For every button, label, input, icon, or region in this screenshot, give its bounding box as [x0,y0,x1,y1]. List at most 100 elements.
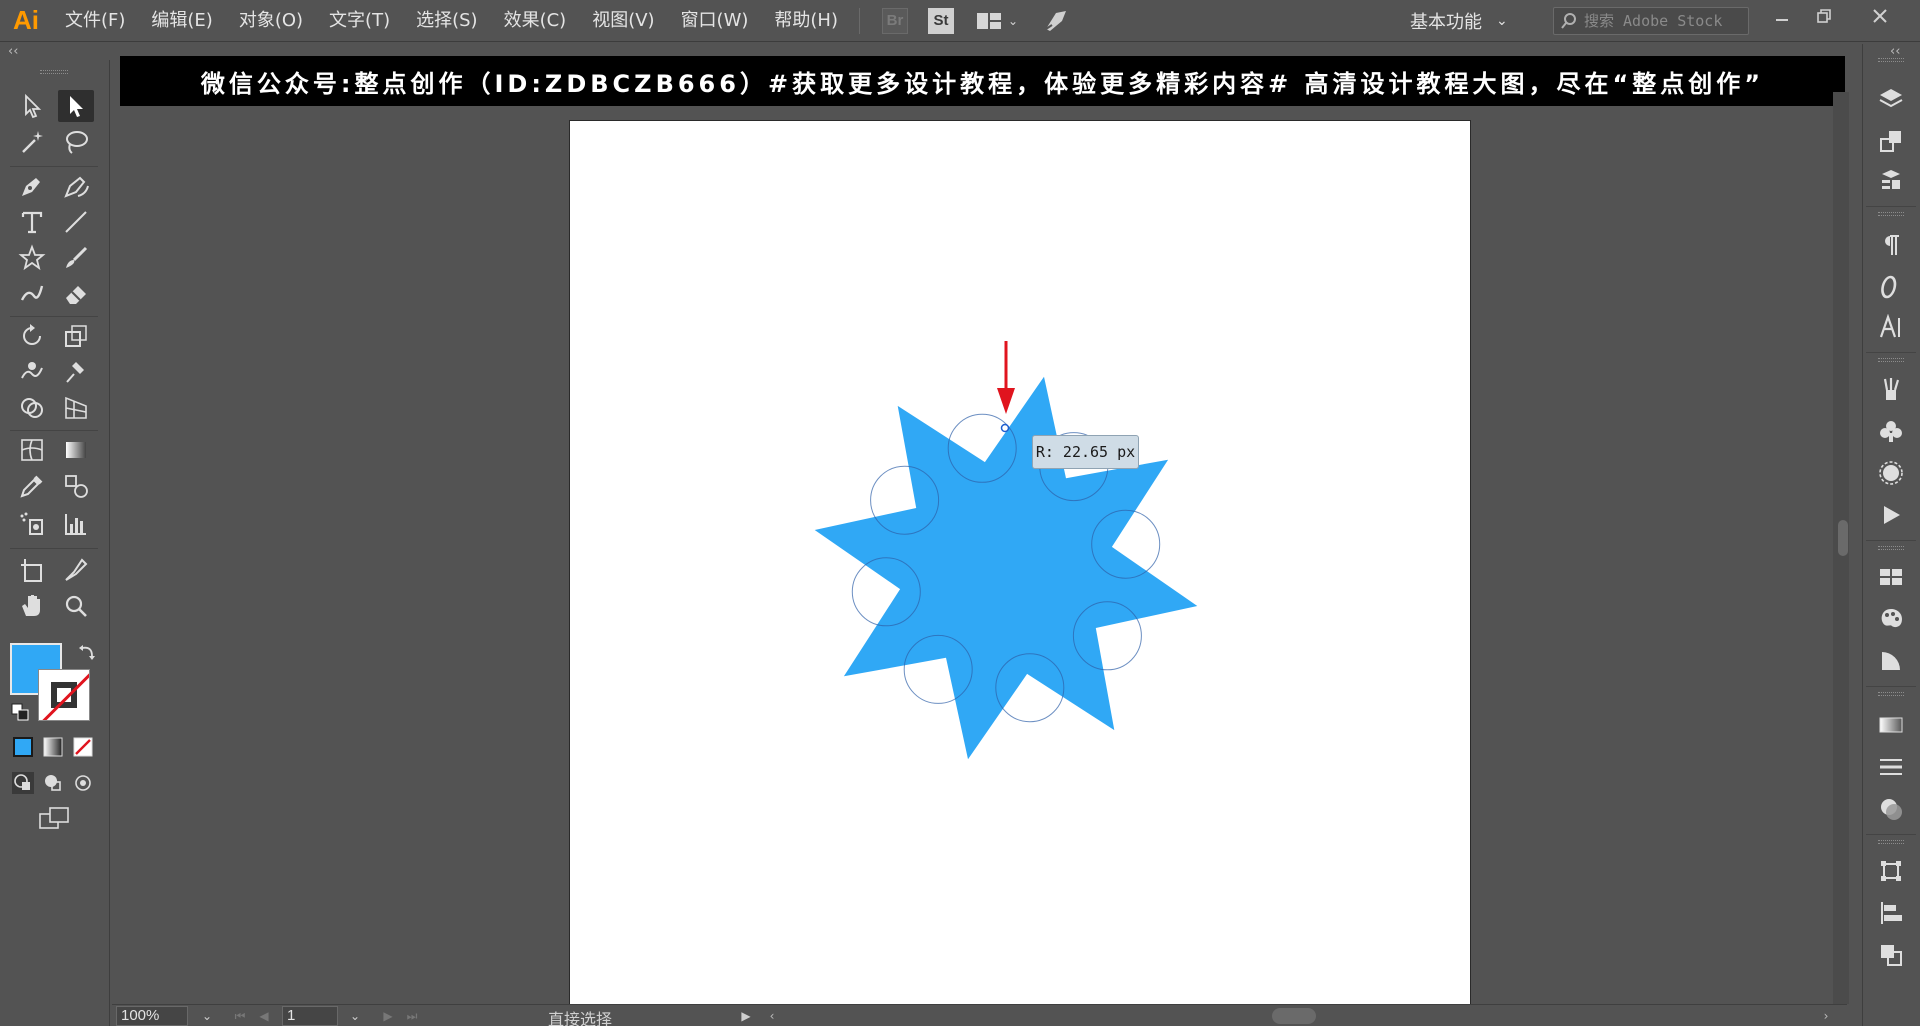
panel-grip[interactable] [1878,840,1904,844]
draw-behind-icon[interactable] [42,772,64,794]
horizontal-scroll-thumb[interactable] [1272,1008,1316,1024]
none-mode-icon[interactable] [72,736,94,758]
menu-help[interactable]: 帮助(H) [761,0,851,42]
color-guide-icon[interactable] [1876,646,1906,676]
bridge-button[interactable]: Br [882,7,908,34]
artboard-tool-icon[interactable] [14,554,50,586]
color-icon[interactable] [1876,604,1906,634]
stroke-icon[interactable] [1876,752,1906,782]
next-artboard-icon[interactable]: ▶ [380,1006,396,1026]
curvature-tool-icon[interactable] [58,170,94,202]
panel-grip[interactable] [1878,692,1904,696]
slice-tool-icon[interactable] [58,554,94,586]
mesh-tool-icon[interactable] [14,434,50,466]
menu-window[interactable]: 窗口(W) [668,0,762,42]
menu-select[interactable]: 选择(S) [403,0,490,42]
screen-mode-icon[interactable] [38,806,72,829]
menu-effect[interactable]: 效果(C) [491,0,580,42]
toolbar-collapse-button[interactable]: ‹‹ [0,44,110,60]
character-icon[interactable] [1876,312,1906,342]
lasso-icon[interactable] [58,126,94,158]
eyedropper-icon[interactable] [14,470,50,502]
last-artboard-icon[interactable]: ⏭ [404,1006,420,1026]
stroke-color-swatch[interactable] [38,669,90,721]
artboards-icon[interactable] [1876,126,1906,156]
zoom-tool-icon[interactable] [58,590,94,622]
scroll-right-icon[interactable]: › [1818,1006,1834,1026]
menu-type[interactable]: 文字(T) [316,0,403,42]
libraries-icon[interactable] [1876,166,1906,196]
toolbar-grip[interactable] [40,70,68,74]
direct-selection-tool-icon[interactable] [58,90,94,122]
star-tool-icon[interactable] [14,242,50,274]
menu-file[interactable]: 文件(F) [52,0,138,42]
warp-tool-icon[interactable] [14,356,50,388]
stock-button[interactable]: St [928,7,954,34]
vertical-scroll-thumb[interactable] [1838,520,1848,556]
blend-tool-icon[interactable] [58,470,94,502]
hand-tool-icon[interactable] [14,590,50,622]
gradient-tool-icon[interactable] [58,434,94,466]
swap-fill-stroke-icon[interactable] [76,642,98,664]
draw-normal-icon[interactable] [12,772,34,794]
gradient-mode-icon[interactable] [42,736,64,758]
restore-button[interactable] [1802,0,1846,32]
gpu-performance-icon[interactable] [1042,7,1070,35]
glyphs-icon[interactable] [1876,272,1906,302]
line-tool-icon[interactable] [58,206,94,238]
zoom-dropdown-icon[interactable]: ⌄ [196,1006,218,1026]
color-mode-icon[interactable] [12,736,34,758]
panel-divider [1866,206,1916,207]
search-input[interactable] [1584,12,1734,30]
selection-tool-icon[interactable] [14,90,50,122]
symbol-sprayer-icon[interactable] [14,508,50,540]
draw-inside-icon[interactable] [72,772,94,794]
panel-grip[interactable] [1878,212,1904,216]
artboard-number-field[interactable]: 1 [282,1006,338,1026]
menu-view[interactable]: 视图(V) [579,0,667,42]
panel-grip[interactable] [1878,58,1904,62]
magic-wand-icon[interactable] [14,126,50,158]
paragraph-icon[interactable] [1876,230,1906,260]
artboard-dropdown-icon[interactable]: ⌄ [344,1006,366,1026]
actions-icon[interactable] [1876,500,1906,530]
transform-icon[interactable] [1876,856,1906,886]
layers-icon[interactable] [1876,84,1906,114]
type-tool-icon[interactable] [14,206,50,238]
rotate-tool-icon[interactable] [14,320,50,352]
minimize-button[interactable] [1760,0,1804,32]
eraser-icon[interactable] [58,278,94,310]
shape-builder-icon[interactable] [14,392,50,424]
status-menu-icon[interactable]: ▶ [738,1006,754,1026]
puppet-warp-icon[interactable] [58,356,94,388]
transparency-icon[interactable] [1876,794,1906,824]
scale-tool-icon[interactable] [58,320,94,352]
menu-edit[interactable]: 编辑(E) [138,0,225,42]
first-artboard-icon[interactable]: ⏮ [232,1006,248,1026]
pathfinder-icon[interactable] [1876,940,1906,970]
pen-tool-icon[interactable] [14,170,50,202]
close-button[interactable] [1858,0,1902,32]
symbols-icon[interactable] [1876,416,1906,446]
gradient-icon[interactable] [1876,710,1906,740]
default-fill-stroke-icon[interactable] [10,702,32,724]
graphic-styles-icon[interactable] [1876,458,1906,488]
swatches-icon[interactable] [1876,562,1906,592]
menu-object[interactable]: 对象(O) [226,0,316,42]
shaper-tool-icon[interactable] [14,278,50,310]
scroll-left-icon[interactable]: ‹ [764,1006,780,1026]
stock-search[interactable] [1553,7,1749,35]
panel-grip[interactable] [1878,546,1904,550]
workspace-switcher[interactable]: 基本功能 ⌄ [1410,0,1508,42]
panel-grip[interactable] [1878,358,1904,362]
graph-tool-icon[interactable] [58,508,94,540]
perspective-grid-icon[interactable] [58,392,94,424]
previous-artboard-icon[interactable]: ◀ [256,1006,272,1026]
align-icon[interactable] [1876,898,1906,928]
panel-collapse-button[interactable]: ‹‹ [1890,44,1900,59]
artboard[interactable] [570,121,1470,1006]
arrange-documents-icon[interactable]: ⌄ [976,8,1024,34]
zoom-field[interactable]: 100% [116,1006,188,1026]
brushes-icon[interactable] [1876,374,1906,404]
paintbrush-icon[interactable] [58,242,94,274]
